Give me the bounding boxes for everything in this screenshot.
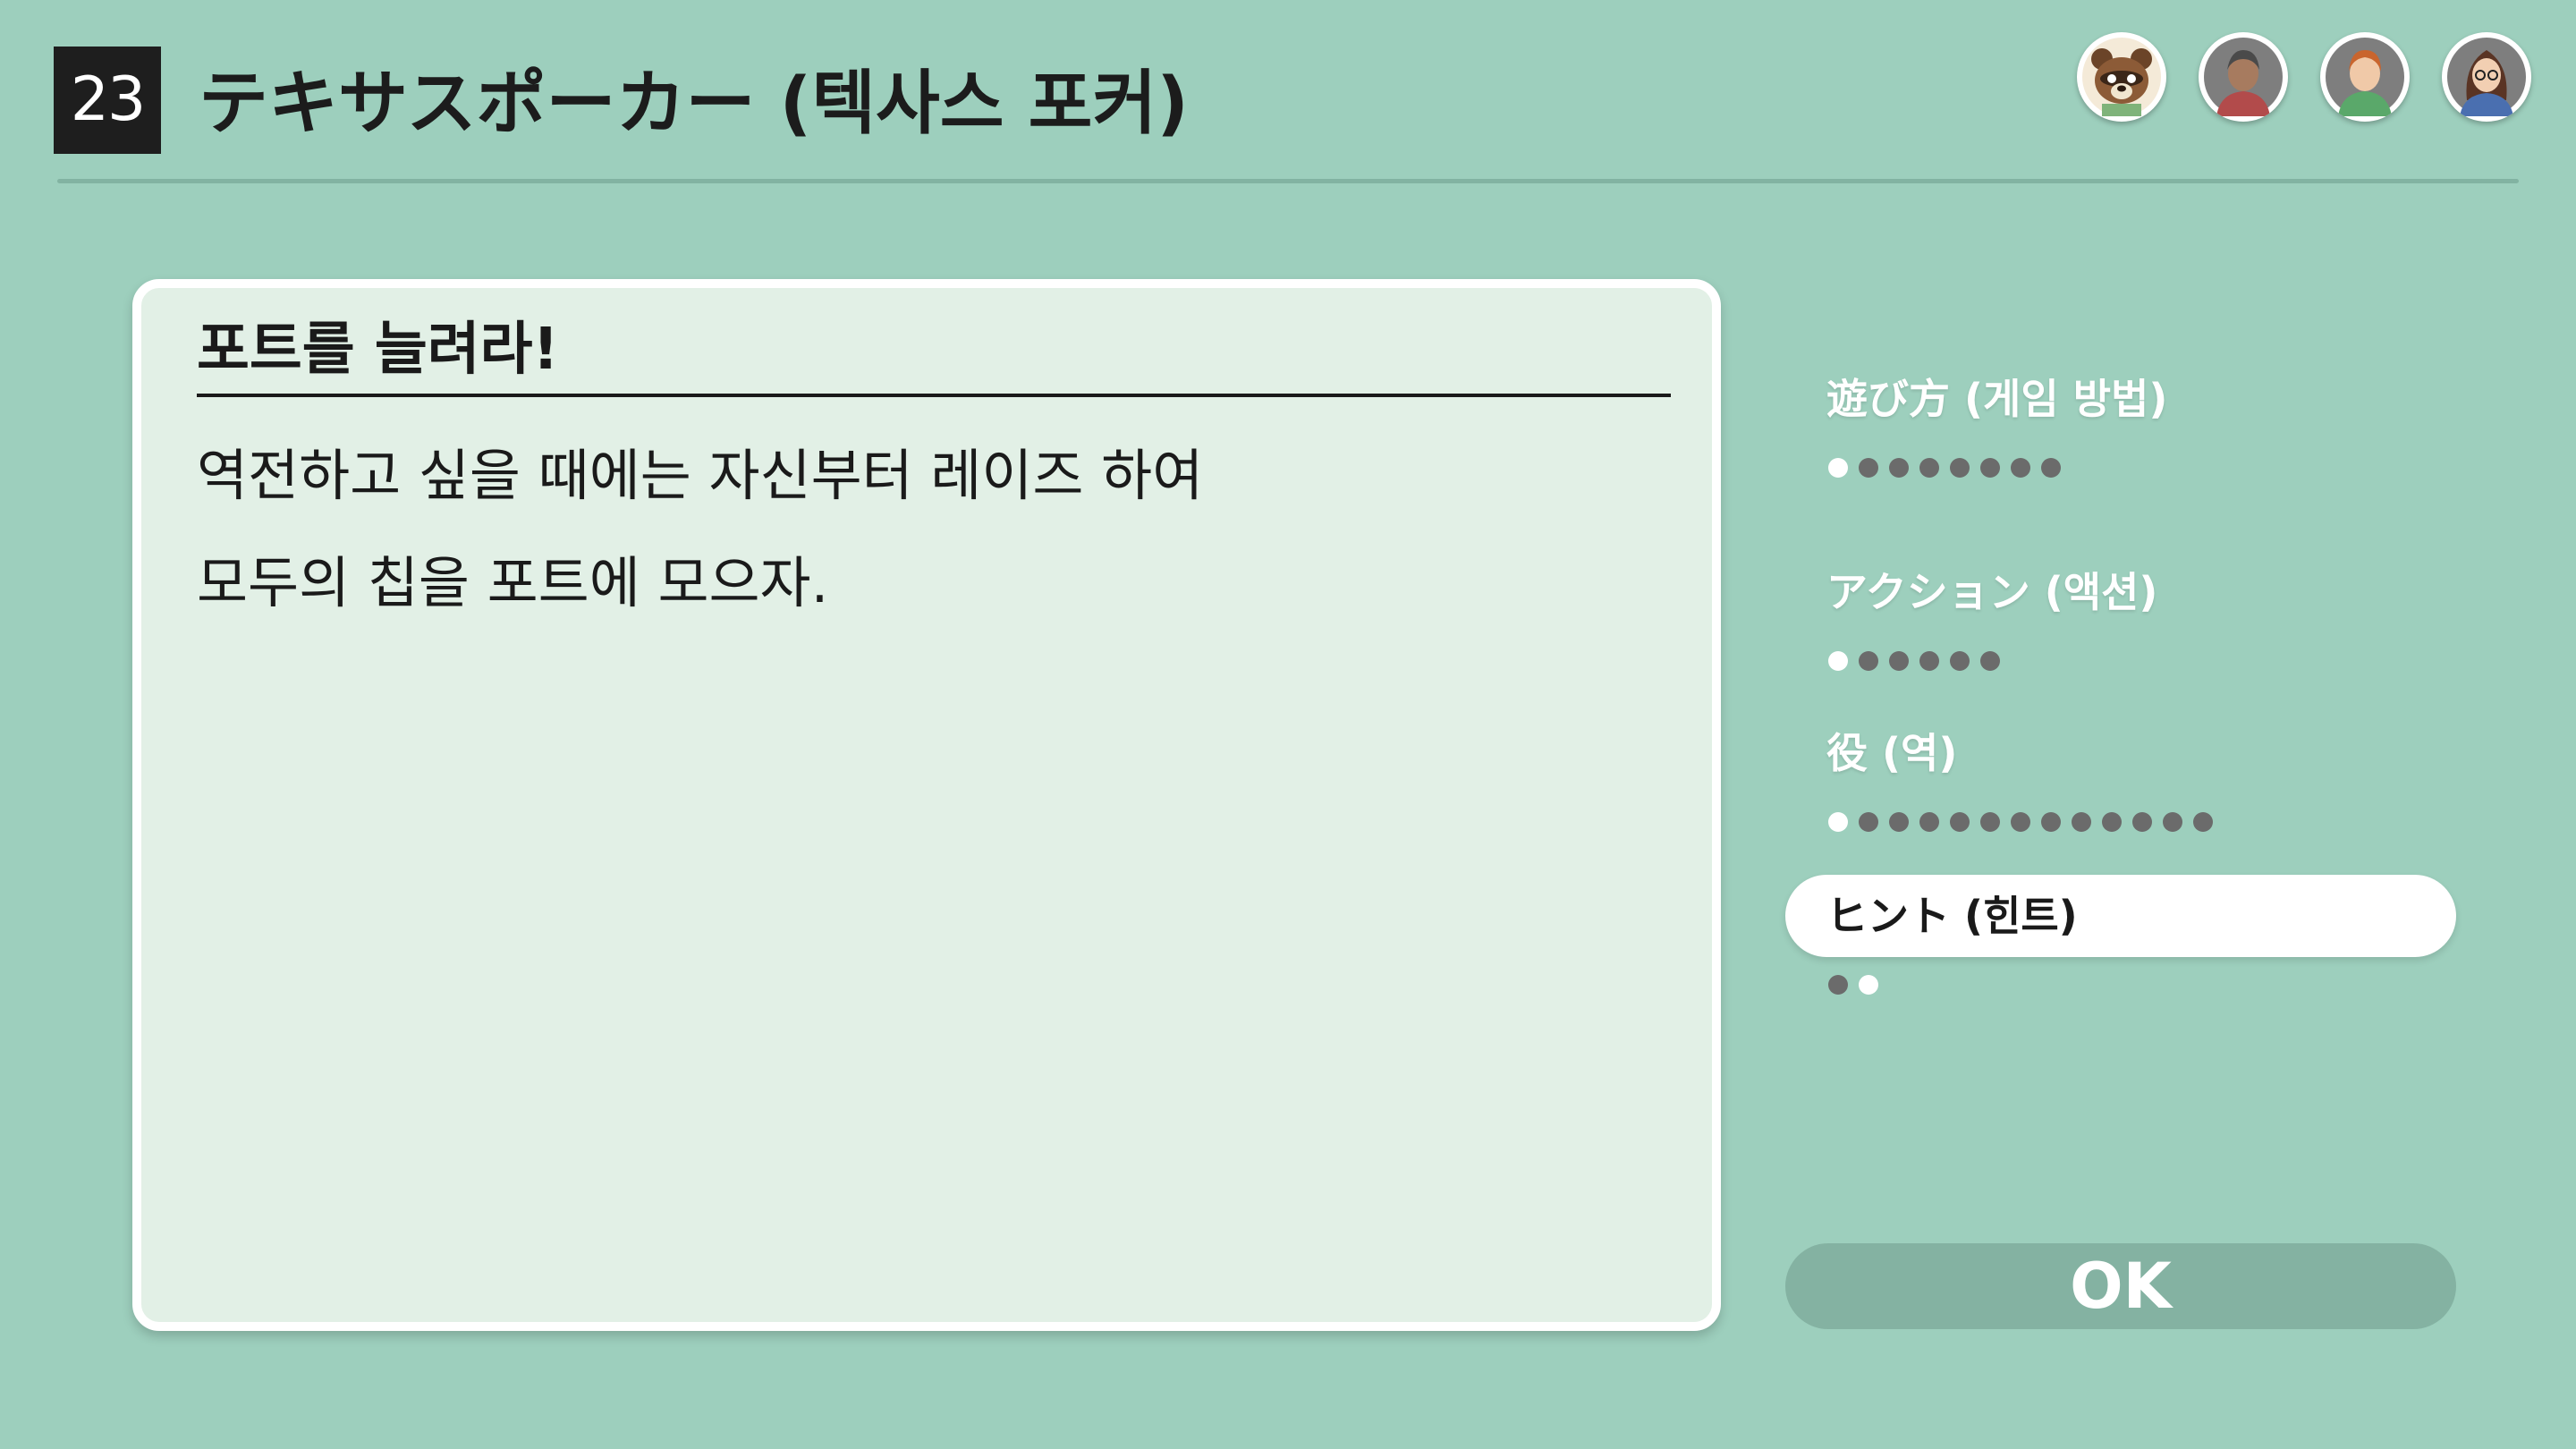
hint-text-line-2: 모두의 칩을 포트에 모으자. xyxy=(197,550,829,615)
menu-item-label: 遊び方 (게임 방법) xyxy=(1826,375,2168,423)
header-divider xyxy=(57,179,2519,183)
page-dot xyxy=(1828,458,1848,478)
page-dot xyxy=(2072,812,2091,832)
page-dot xyxy=(1950,458,1970,478)
person-icon xyxy=(2204,38,2283,116)
page-dot xyxy=(1889,812,1909,832)
rules-menu: 遊び方 (게임 방법) アクション (액션) 役 (역) ヒント (힌트) xyxy=(1785,358,2456,1038)
page-dot xyxy=(1950,651,1970,671)
page-dot xyxy=(1828,812,1848,832)
page-dot xyxy=(1980,812,2000,832)
page-dot xyxy=(1919,812,1939,832)
page-dot xyxy=(1859,975,1878,995)
ok-button[interactable]: OK xyxy=(1785,1243,2456,1329)
page-dot xyxy=(1828,651,1848,671)
ginger-player-avatar xyxy=(2320,32,2410,122)
page-dot xyxy=(2011,812,2030,832)
page-dot xyxy=(1919,458,1939,478)
gray-player-avatar xyxy=(2199,32,2288,122)
menu-item-label: アクション (액션) xyxy=(1826,568,2158,616)
page-indicator-actions xyxy=(1828,651,2011,678)
page-dot xyxy=(2102,812,2122,832)
page-indicator-hands xyxy=(1828,812,2224,839)
page-dot xyxy=(2041,812,2061,832)
tom-nook-avatar xyxy=(2077,32,2166,122)
person-with-glasses-icon xyxy=(2447,38,2526,116)
ok-button-label: OK xyxy=(2070,1250,2172,1323)
page-indicator-how-to-play xyxy=(1828,458,2072,485)
menu-item-label: 役 (역) xyxy=(1826,729,1958,777)
page-dot xyxy=(2041,458,2061,478)
raccoon-face-icon xyxy=(2082,38,2161,116)
page-dot xyxy=(2132,812,2152,832)
page-indicator-hints xyxy=(1828,975,1889,1002)
page-dot xyxy=(1980,651,2000,671)
page-title: テキサスポーカー (텍사스 포커) xyxy=(199,64,1189,144)
menu-item-hints[interactable]: ヒント (힌트) xyxy=(1785,875,2456,957)
person-icon xyxy=(2326,38,2404,116)
hint-content-panel: 포트를 늘려라! 역전하고 싶을 때에는 자신부터 레이즈 하여 모두의 칩을 … xyxy=(132,279,1721,1331)
page-dot xyxy=(2163,812,2182,832)
hint-heading: 포트를 늘려라! xyxy=(197,317,559,383)
page-dot xyxy=(1859,651,1878,671)
page-dot xyxy=(2193,812,2213,832)
page-dot xyxy=(1980,458,2000,478)
menu-item-how-to-play[interactable]: 遊び方 (게임 방법) xyxy=(1785,358,2456,440)
glasses-player-avatar xyxy=(2442,32,2531,122)
page-dot xyxy=(1919,651,1939,671)
menu-item-hands[interactable]: 役 (역) xyxy=(1785,712,2456,794)
game-number-badge: 23 xyxy=(54,47,161,154)
page-dot xyxy=(1950,812,1970,832)
page-dot xyxy=(1859,812,1878,832)
page-dot xyxy=(1889,458,1909,478)
hint-text-line-1: 역전하고 싶을 때에는 자신부터 레이즈 하여 xyxy=(197,443,1204,508)
header: 23 テキサスポーカー (텍사스 포커) xyxy=(0,0,2576,188)
page-dot xyxy=(1889,651,1909,671)
page-dot xyxy=(1859,458,1878,478)
page-dot xyxy=(2011,458,2030,478)
menu-item-label: ヒント (힌트) xyxy=(1826,892,2078,940)
player-avatars xyxy=(2077,32,2542,132)
heading-underline xyxy=(197,394,1671,397)
menu-item-actions[interactable]: アクション (액션) xyxy=(1785,551,2456,633)
page-dot xyxy=(1828,975,1848,995)
